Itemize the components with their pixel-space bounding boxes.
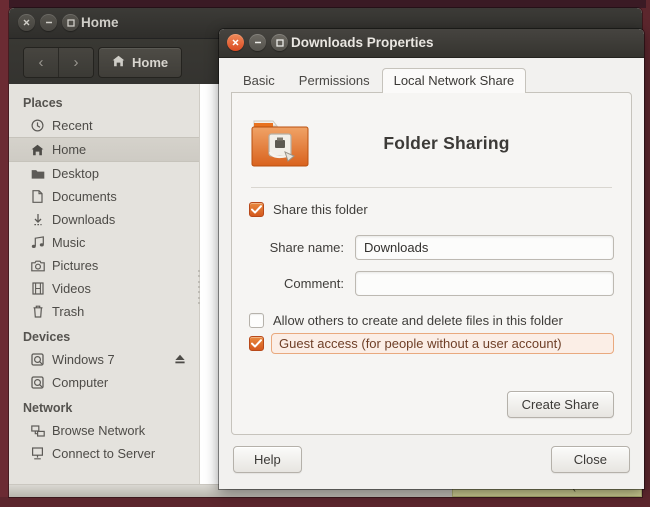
dialog-body: Basic Permissions Local Network Share — [219, 58, 644, 435]
guest-access-label: Guest access (for people without a user … — [279, 336, 562, 351]
trash-icon — [30, 304, 45, 319]
folder-sharing-heading: Folder Sharing — [325, 133, 568, 154]
home-icon — [30, 142, 45, 157]
eject-icon[interactable] — [174, 353, 186, 368]
comment-label: Comment: — [249, 276, 355, 291]
drive-icon — [30, 352, 45, 367]
sidebar-item-label: Computer — [52, 375, 108, 390]
sidebar-heading-network: Network — [9, 394, 199, 419]
sidebar-item-computer[interactable]: Computer — [9, 371, 199, 394]
navigation-buttons: ‹ › — [23, 47, 94, 78]
screen: Home ‹ › Home Places — [0, 0, 650, 507]
drive-icon — [30, 375, 45, 390]
create-share-button[interactable]: Create Share — [507, 391, 614, 418]
camera-icon — [30, 258, 45, 273]
divider — [251, 187, 612, 188]
sidebar-item-label: Downloads — [52, 212, 115, 227]
tab-panel-local-network-share: Folder Sharing Share this folder Share n… — [231, 92, 632, 435]
maximize-icon[interactable] — [271, 34, 288, 51]
maximize-icon[interactable] — [62, 14, 79, 31]
allow-create-delete-checkbox[interactable] — [249, 313, 264, 328]
dialog-titlebar[interactable]: Downloads Properties — [219, 29, 644, 58]
sidebar-item-home[interactable]: Home — [9, 137, 199, 162]
share-this-folder-row[interactable]: Share this folder — [249, 202, 614, 217]
sidebar-item-desktop[interactable]: Desktop — [9, 162, 199, 185]
share-name-input[interactable] — [355, 235, 614, 260]
sidebar-item-label: Recent — [52, 118, 93, 133]
sidebar-item-pictures[interactable]: Pictures — [9, 254, 199, 277]
dialog-title: Downloads Properties — [291, 29, 434, 57]
dialog-window-controls — [227, 34, 288, 51]
sidebar-item-browse-network[interactable]: Browse Network — [9, 419, 199, 442]
minimize-icon[interactable] — [40, 14, 57, 31]
sidebar-item-label: Trash — [52, 304, 84, 319]
sidebar: Places Recent Home — [9, 84, 200, 497]
sidebar-item-label: Connect to Server — [52, 446, 155, 461]
close-button[interactable]: Close — [551, 446, 630, 473]
dialog-footer: Help Close — [219, 429, 644, 489]
folder-sharing-header: Folder Sharing — [249, 107, 614, 179]
sidebar-item-label: Music — [52, 235, 85, 250]
desktop-background-top — [0, 0, 650, 8]
minimize-icon[interactable] — [249, 34, 266, 51]
sidebar-item-label: Videos — [52, 281, 91, 296]
allow-create-delete-label: Allow others to create and delete files … — [273, 313, 563, 328]
guest-access-highlight: Guest access (for people without a user … — [271, 333, 614, 354]
properties-dialog: Downloads Properties Basic Permissions L… — [219, 29, 644, 489]
create-share-wrapper: Create Share — [507, 391, 614, 418]
share-this-folder-checkbox[interactable] — [249, 202, 264, 217]
server-icon — [30, 446, 45, 461]
tab-permissions[interactable]: Permissions — [287, 68, 382, 93]
sidebar-item-videos[interactable]: Videos — [9, 277, 199, 300]
comment-row: Comment: — [249, 271, 614, 296]
document-icon — [30, 189, 45, 204]
sidebar-item-label: Windows 7 — [52, 352, 115, 367]
sidebar-heading-places: Places — [9, 91, 199, 114]
sidebar-item-trash[interactable]: Trash — [9, 300, 199, 323]
sidebar-item-downloads[interactable]: Downloads — [9, 208, 199, 231]
sidebar-item-label: Documents — [52, 189, 117, 204]
dialog-tabs: Basic Permissions Local Network Share — [231, 68, 632, 93]
guest-access-checkbox[interactable] — [249, 336, 264, 351]
share-this-folder-label: Share this folder — [273, 202, 368, 217]
download-icon — [30, 212, 45, 227]
tab-basic[interactable]: Basic — [231, 68, 287, 93]
share-name-row: Share name: — [249, 235, 614, 260]
sidebar-item-label: Browse Network — [52, 423, 145, 438]
home-icon — [112, 55, 125, 70]
sidebar-item-documents[interactable]: Documents — [9, 185, 199, 208]
allow-create-delete-row[interactable]: Allow others to create and delete files … — [249, 313, 614, 328]
file-manager-window-controls — [18, 14, 79, 31]
sidebar-item-music[interactable]: Music — [9, 231, 199, 254]
share-name-label: Share name: — [249, 240, 355, 255]
breadcrumb-home-label: Home — [132, 55, 168, 70]
sidebar-item-recent[interactable]: Recent — [9, 114, 199, 137]
file-manager-title: Home — [81, 8, 119, 38]
back-button[interactable]: ‹ — [24, 48, 58, 77]
desktop-background-right — [646, 0, 650, 507]
sidebar-item-label: Desktop — [52, 166, 99, 181]
sidebar-item-label: Pictures — [52, 258, 98, 273]
help-button[interactable]: Help — [233, 446, 302, 473]
desktop-background-bottom — [0, 497, 650, 507]
sidebar-item-label: Home — [52, 142, 86, 157]
network-icon — [30, 423, 45, 438]
tab-local-network-share[interactable]: Local Network Share — [382, 68, 527, 93]
comment-input[interactable] — [355, 271, 614, 296]
desktop-background-left — [0, 0, 9, 507]
clock-icon — [30, 118, 45, 133]
sidebar-item-connect-to-server[interactable]: Connect to Server — [9, 442, 199, 465]
forward-button[interactable]: › — [58, 48, 93, 77]
guest-access-row[interactable]: Guest access (for people without a user … — [249, 333, 614, 354]
sidebar-heading-devices: Devices — [9, 323, 199, 348]
folder-icon — [30, 166, 45, 181]
breadcrumb-home-button[interactable]: Home — [98, 47, 182, 78]
music-note-icon — [30, 235, 45, 250]
sidebar-item-windows-7[interactable]: Windows 7 — [9, 348, 199, 371]
close-icon[interactable] — [18, 14, 35, 31]
close-icon[interactable] — [227, 34, 244, 51]
shared-folder-icon — [249, 114, 311, 172]
film-icon — [30, 281, 45, 296]
